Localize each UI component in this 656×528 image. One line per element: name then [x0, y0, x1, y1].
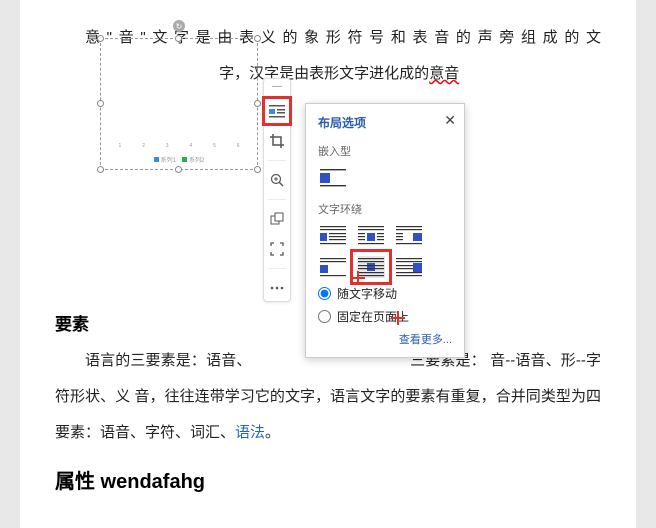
- resize-handle[interactable]: [175, 166, 182, 173]
- popup-title: 布局选项: [318, 114, 452, 131]
- resize-handle[interactable]: [175, 35, 182, 42]
- radio-fix-on-page[interactable]: 固定在页面上: [318, 308, 452, 325]
- text-underlined: 意音: [429, 65, 459, 82]
- radio-input[interactable]: [318, 310, 331, 323]
- text: 语言的三要素是：语音、: [85, 352, 251, 369]
- link-grammar[interactable]: 语法: [235, 424, 265, 441]
- wrap-inline[interactable]: [318, 165, 348, 189]
- document-page: 意"音"文字是由表义的象形符号和表音的声旁组成的文 字，汉字是由表形文字进化成的…: [20, 0, 636, 528]
- wrap-square[interactable]: [318, 223, 348, 247]
- layout-options-popup: 布局选项 ✕ 嵌入型 文字环绕 随文字移动 固定在页面上 查看更多...: [305, 103, 465, 358]
- wrap-tight[interactable]: [356, 223, 386, 247]
- resize-handle[interactable]: [97, 35, 104, 42]
- section-label-inline: 嵌入型: [318, 143, 452, 159]
- text: 。: [265, 424, 280, 441]
- wrap-topbottom[interactable]: [318, 255, 348, 279]
- layout-options-button[interactable]: [266, 100, 288, 122]
- resize-handle[interactable]: [254, 166, 261, 173]
- heading-attributes: 属性 wendafahg: [55, 465, 601, 494]
- fullscreen-button[interactable]: [266, 238, 288, 260]
- resize-handle[interactable]: [254, 35, 261, 42]
- resize-handle[interactable]: [97, 100, 104, 107]
- rotate-handle[interactable]: ↻: [173, 20, 185, 32]
- close-icon[interactable]: ✕: [444, 112, 456, 129]
- radio-label: 随文字移动: [337, 285, 397, 302]
- radio-label: 固定在页面上: [337, 308, 409, 325]
- floating-toolbar: —: [263, 78, 291, 302]
- zoom-in-button[interactable]: [266, 169, 288, 191]
- see-more-link[interactable]: 查看更多...: [399, 334, 452, 346]
- chart-object-selected[interactable]: ↻ 123456 系列1 系列2: [100, 38, 258, 170]
- chart-legend: 系列1 系列2: [100, 155, 258, 164]
- wrap-behind[interactable]: [356, 255, 386, 279]
- wrap-front[interactable]: [394, 255, 424, 279]
- section-label-wrap: 文字环绕: [318, 201, 452, 217]
- more-button[interactable]: [266, 277, 288, 299]
- paragraph: 语言的三要素是：语音、 三要素是： 音--语音、形--字符形状、义 音，往往连带…: [55, 343, 601, 451]
- chart-bars: [108, 68, 250, 140]
- wrap-through[interactable]: [394, 223, 424, 247]
- radio-input[interactable]: [318, 287, 331, 300]
- radio-move-with-text[interactable]: 随文字移动: [318, 285, 452, 302]
- resize-handle[interactable]: [254, 100, 261, 107]
- crop-button[interactable]: [266, 130, 288, 152]
- resize-handle[interactable]: [97, 166, 104, 173]
- bring-front-button[interactable]: [266, 208, 288, 230]
